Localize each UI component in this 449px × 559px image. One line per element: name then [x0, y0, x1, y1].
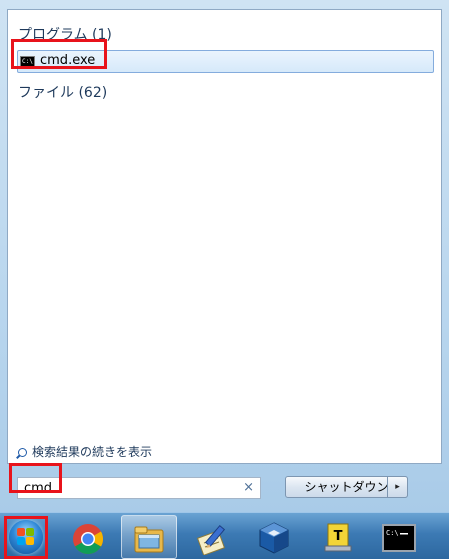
svg-text:C:\: C:\ — [386, 529, 399, 537]
shutdown-options-button[interactable]: ▸ — [387, 476, 408, 498]
start-menu-results-panel: プログラム (1) C:\ cmd.exe ファイル (62) 検索結果の続きを… — [7, 9, 442, 464]
virtualbox-icon[interactable] — [258, 521, 290, 555]
highlight-cmd-result — [11, 39, 107, 69]
see-more-results-link[interactable]: 検索結果の続きを表示 — [18, 443, 152, 460]
clear-search-icon[interactable]: × — [243, 480, 254, 496]
chrome-icon[interactable] — [72, 523, 104, 555]
files-section-header[interactable]: ファイル (62) — [18, 82, 107, 102]
file-explorer-icon — [134, 526, 164, 553]
svg-text:T: T — [334, 529, 343, 544]
search-icon — [18, 448, 27, 457]
highlight-start-button — [4, 516, 48, 559]
typora-icon[interactable]: T — [322, 522, 354, 554]
highlight-search-input — [9, 463, 62, 493]
arrow-right-icon: ▸ — [395, 482, 400, 492]
command-prompt-icon[interactable]: C:\ — [382, 524, 416, 552]
notepad-pencil-icon[interactable] — [196, 522, 230, 555]
